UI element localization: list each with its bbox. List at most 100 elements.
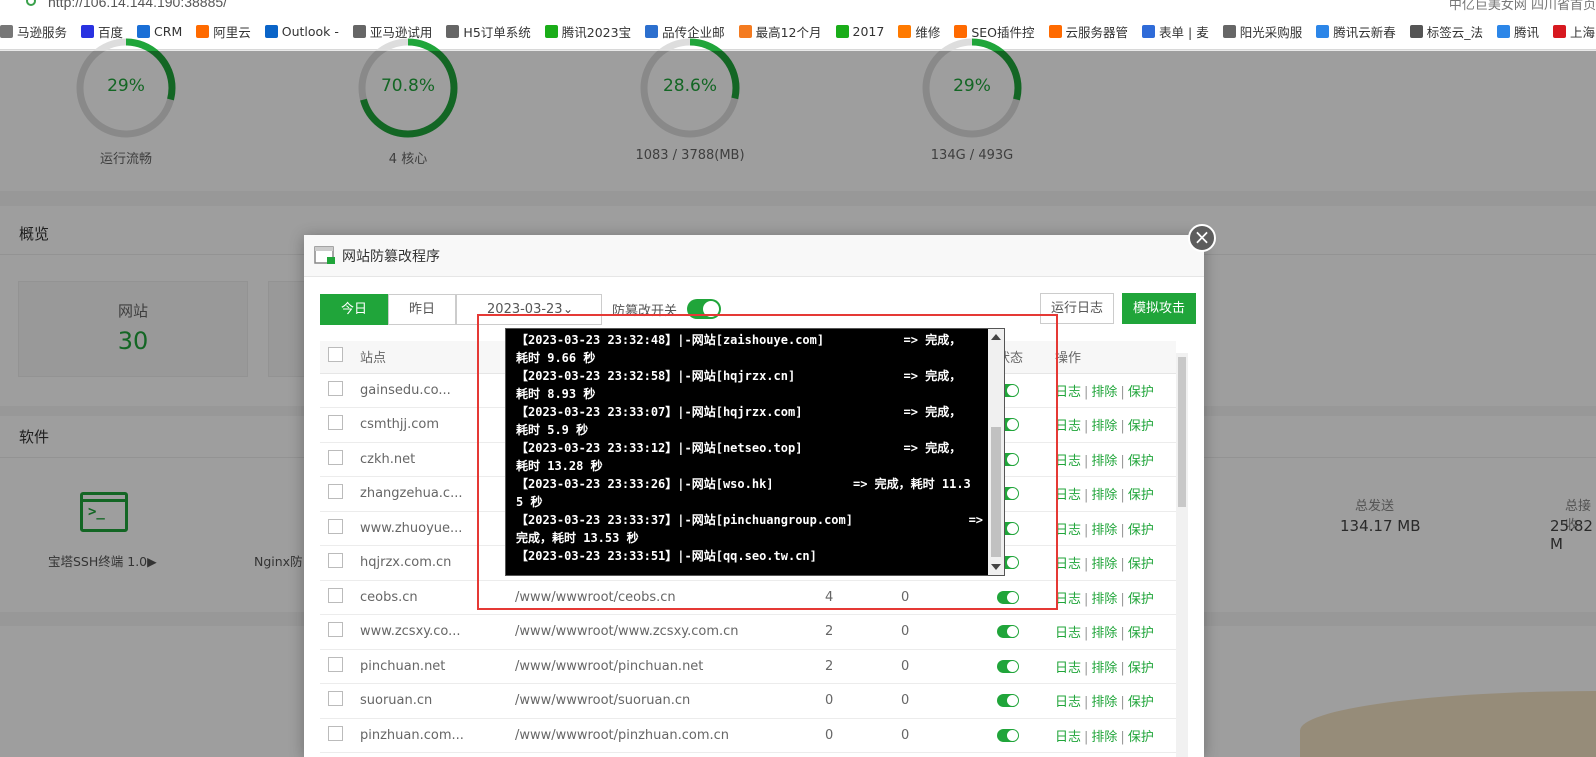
status-toggle[interactable] <box>997 728 1019 742</box>
site-count-a: 2 <box>825 614 901 650</box>
row-actions: 日志 | 排除 | 保护 <box>1055 511 1176 546</box>
bookmark-item[interactable]: 云服务器管 <box>1048 22 1129 41</box>
exclude-link[interactable]: 排除 <box>1091 557 1117 572</box>
exclude-link[interactable]: 排除 <box>1091 523 1117 538</box>
table-row[interactable]: pinzhuan.com.../www/wwwroot/pinzhuan.com… <box>320 718 1176 753</box>
row-actions: 日志 | 排除 | 保护 <box>1055 442 1176 477</box>
address-bar[interactable]: http://106.14.144.190:38885/ 中亿巨美女网 四川省首… <box>0 0 1596 14</box>
bookmark-item[interactable]: 腾讯 <box>1497 22 1539 41</box>
log-link[interactable]: 日志 <box>1055 730 1081 745</box>
row-checkbox[interactable] <box>328 449 343 465</box>
row-checkbox[interactable] <box>328 553 343 569</box>
site-count-a: 2 <box>825 649 901 684</box>
secure-shield-icon <box>26 0 36 6</box>
protect-link[interactable]: 保护 <box>1128 523 1154 538</box>
simulate-attack-button[interactable]: 模拟攻击 <box>1122 293 1197 324</box>
exclude-link[interactable]: 排除 <box>1091 419 1117 434</box>
bookmark-label: 表单 | 麦 <box>1159 25 1209 40</box>
tab-yesterday[interactable]: 昨日 <box>388 293 457 325</box>
app-window-icon <box>314 245 335 264</box>
row-checkbox[interactable] <box>328 380 343 396</box>
exclude-link[interactable]: 排除 <box>1091 695 1117 710</box>
protect-link[interactable]: 保护 <box>1128 419 1154 434</box>
dialog-header[interactable]: 网站防篡改程序 <box>304 235 1204 277</box>
protect-link[interactable]: 保护 <box>1128 661 1154 676</box>
bookmark-label: 云服务器管 <box>1065 25 1129 40</box>
bookmarks-bar: 马逊服务 百度 CRM 阿里云 Outlook - 亚马逊试用 H5订单系统 腾讯2023宝品… <box>0 14 1596 50</box>
bookmark-label: 腾讯云新春 <box>1333 25 1396 40</box>
table-scrollbar[interactable] <box>1176 353 1188 757</box>
protect-link[interactable]: 保护 <box>1128 557 1154 572</box>
exclude-link[interactable]: 排除 <box>1091 661 1117 676</box>
aliyun-icon <box>196 25 210 38</box>
close-icon: × <box>1193 225 1211 249</box>
bookmark-item[interactable]: 标签云_法 <box>1409 22 1483 41</box>
status-toggle[interactable] <box>997 659 1019 673</box>
table-row[interactable]: suoruan.cn/www/wwwroot/suoruan.cn 0 0 日志 | 排除… <box>320 683 1176 719</box>
bookmark-icon <box>0 25 13 38</box>
log-link[interactable]: 日志 <box>1055 385 1081 400</box>
status-toggle[interactable] <box>997 625 1019 639</box>
doc-icon <box>1222 25 1236 38</box>
protect-link[interactable]: 保护 <box>1128 695 1154 710</box>
bookmark-item[interactable]: 阿里云 <box>196 22 251 41</box>
status-toggle[interactable] <box>997 694 1019 708</box>
protect-link[interactable]: 保护 <box>1128 592 1154 607</box>
exclude-link[interactable]: 排除 <box>1091 488 1117 503</box>
log-link[interactable]: 日志 <box>1055 695 1081 710</box>
tab-today[interactable]: 今日 <box>320 293 389 325</box>
close-dialog-button[interactable]: × <box>1188 224 1216 252</box>
row-checkbox[interactable] <box>328 622 343 638</box>
bookmark-item[interactable]: 阳光采购服 <box>1222 22 1302 41</box>
site-count-a: 0 <box>825 683 901 719</box>
bookmark-item[interactable]: 马逊服务 <box>0 22 67 41</box>
bookmark-item[interactable]: 腾讯2023宝 <box>544 22 632 41</box>
exclude-link[interactable]: 排除 <box>1091 385 1117 400</box>
row-checkbox[interactable] <box>328 415 343 431</box>
bookmark-item[interactable]: Outlook - <box>264 24 339 39</box>
bookmark-label: 阿里云 <box>213 25 251 40</box>
table-row[interactable]: www.zcsxy.co.../www/wwwroot/www.zcsxy.co… <box>320 614 1176 650</box>
row-checkbox[interactable] <box>328 691 343 707</box>
select-all-checkbox[interactable] <box>328 347 343 363</box>
site-path: /www/wwwroot/www.zcsxy.com.cn <box>515 614 825 650</box>
table-row[interactable]: pinchuan.net/www/wwwroot/pinchuan.net 2 0 日… <box>320 649 1176 684</box>
protect-link[interactable]: 保护 <box>1128 730 1154 745</box>
bookmark-label: 腾讯2023宝 <box>561 25 632 40</box>
row-checkbox[interactable] <box>328 656 343 672</box>
address-bar-right-text: 中亿巨美女网 四川省首页 <box>1448 0 1596 13</box>
protect-link[interactable]: 保护 <box>1128 454 1154 469</box>
row-checkbox[interactable] <box>328 484 343 500</box>
log-link[interactable]: 日志 <box>1055 523 1081 538</box>
site-count-b: 0 <box>901 718 997 753</box>
protect-link[interactable]: 保护 <box>1128 488 1154 503</box>
log-link[interactable]: 日志 <box>1055 661 1081 676</box>
exclude-link[interactable]: 排除 <box>1091 626 1117 641</box>
row-actions: 日志 | 排除 | 保护 <box>1055 683 1176 719</box>
row-checkbox[interactable] <box>328 587 343 603</box>
protect-link[interactable]: 保护 <box>1128 626 1154 641</box>
row-actions: 日志 | 排除 | 保护 <box>1055 545 1176 581</box>
bookmark-item[interactable]: 2017 <box>835 24 884 39</box>
log-link[interactable]: 日志 <box>1055 419 1081 434</box>
log-link[interactable]: 日志 <box>1055 454 1081 469</box>
bookmark-item[interactable]: 上海品 <box>1553 22 1596 41</box>
row-checkbox[interactable] <box>328 725 343 741</box>
site-name: suoruan.cn <box>360 683 515 719</box>
bookmark-item[interactable]: 最高12个月 <box>738 22 822 41</box>
url-text[interactable]: http://106.14.144.190:38885/ <box>48 0 227 10</box>
protect-link[interactable]: 保护 <box>1128 385 1154 400</box>
log-link[interactable]: 日志 <box>1055 626 1081 641</box>
site-count-b: 0 <box>901 683 997 719</box>
exclude-link[interactable]: 排除 <box>1091 454 1117 469</box>
log-link[interactable]: 日志 <box>1055 592 1081 607</box>
log-link[interactable]: 日志 <box>1055 557 1081 572</box>
exclude-link[interactable]: 排除 <box>1091 730 1117 745</box>
log-link[interactable]: 日志 <box>1055 488 1081 503</box>
bookmark-item[interactable]: 表单 | 麦 <box>1142 22 1209 41</box>
exclude-link[interactable]: 排除 <box>1091 592 1117 607</box>
row-checkbox[interactable] <box>328 518 343 534</box>
site-path: /www/wwwroot/pinchuan.net <box>515 649 825 684</box>
cloud-small-icon <box>1409 25 1423 38</box>
bookmark-item[interactable]: 腾讯云新春 <box>1316 22 1396 41</box>
